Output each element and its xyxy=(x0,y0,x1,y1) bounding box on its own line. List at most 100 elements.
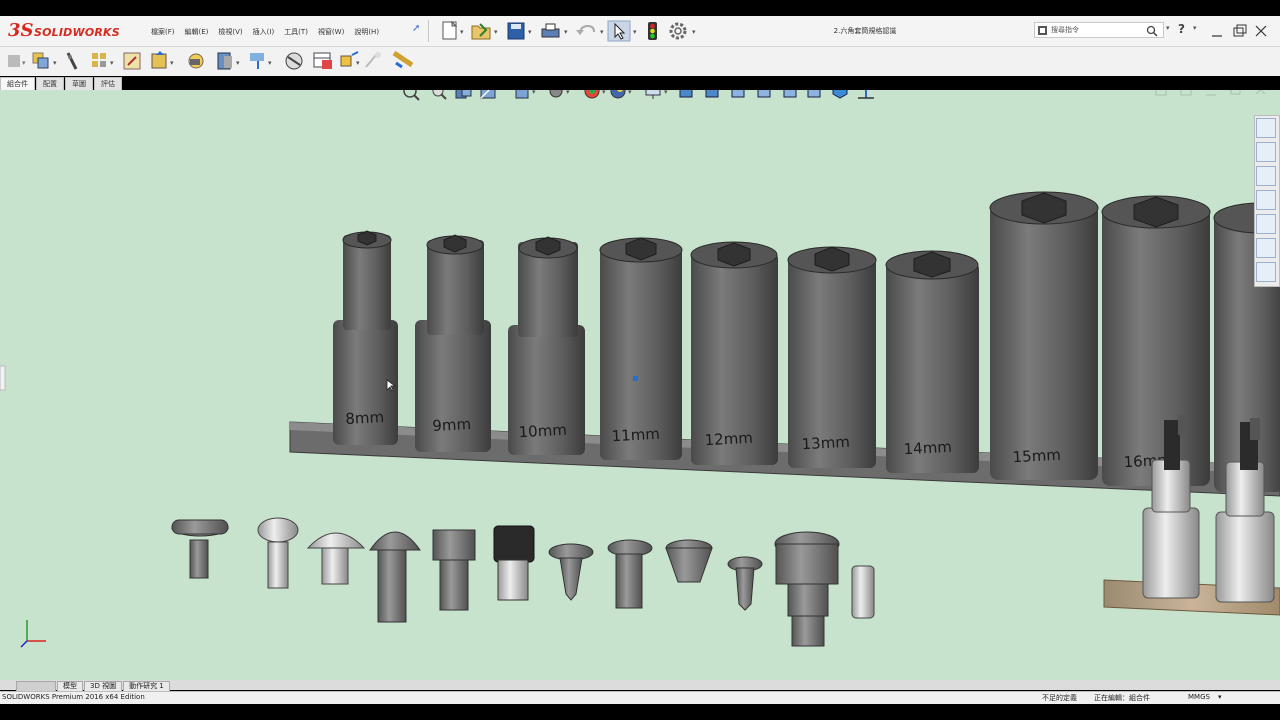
screw-countersunk-socket[interactable] xyxy=(665,539,713,583)
screw-truss-head-white[interactable] xyxy=(306,532,366,585)
zoom-to-fit-icon[interactable] xyxy=(403,90,420,101)
viewport-restore-icon[interactable] xyxy=(1230,90,1241,95)
options-gear-icon[interactable] xyxy=(669,22,687,40)
instant3d-icon[interactable] xyxy=(365,52,381,68)
update-speedpak-icon[interactable] xyxy=(392,50,414,69)
display-style-icon[interactable]: ▾ xyxy=(549,90,570,98)
socket-15mm[interactable]: 15mm xyxy=(989,191,1099,480)
open-folder-icon[interactable] xyxy=(471,23,491,40)
custom-properties-icon[interactable] xyxy=(1256,238,1276,258)
menu-tools[interactable]: 工具(T) xyxy=(279,25,313,39)
undo-icon[interactable] xyxy=(576,24,595,35)
socket-8mm[interactable]: 8mm xyxy=(333,230,398,445)
screw-round-head-white[interactable] xyxy=(257,517,299,589)
view-bottom-icon[interactable] xyxy=(807,90,821,98)
show-hidden-components-icon[interactable] xyxy=(188,53,204,69)
assembly-features-icon[interactable]: ▾ xyxy=(217,52,240,70)
rebuild-traffic-light-icon[interactable] xyxy=(648,22,657,40)
socket-9mm[interactable]: 9mm xyxy=(415,234,491,452)
normal-to-icon[interactable] xyxy=(858,90,874,99)
component-pattern-icon[interactable]: ▾ xyxy=(92,53,114,67)
close-icon[interactable] xyxy=(1255,25,1267,37)
menu-edit[interactable]: 編輯(E) xyxy=(180,25,214,39)
linear-pattern-icon[interactable] xyxy=(66,52,78,70)
new-document-icon[interactable] xyxy=(442,20,458,40)
tab-layout[interactable]: 配置 xyxy=(36,77,64,90)
previous-view-icon[interactable] xyxy=(455,90,472,99)
design-library-icon[interactable] xyxy=(1256,142,1276,162)
view-orientation-icon[interactable]: ▾ xyxy=(515,90,536,99)
smart-fasteners-icon[interactable] xyxy=(123,52,141,70)
socket-11mm[interactable]: 11mm xyxy=(599,237,683,460)
task-pane xyxy=(1254,115,1280,287)
bill-of-materials-icon[interactable] xyxy=(313,52,332,69)
screw-flat-head-phillips[interactable] xyxy=(607,539,653,609)
select-pointer-icon[interactable] xyxy=(607,20,631,42)
screw-small-tapping[interactable] xyxy=(727,556,763,611)
viewport-link-icon[interactable] xyxy=(1180,90,1192,96)
insert-components-icon[interactable]: ▾ xyxy=(8,55,26,67)
help-button[interactable]: ? xyxy=(1178,22,1185,36)
save-icon[interactable] xyxy=(507,22,525,40)
view-right-icon[interactable] xyxy=(757,90,771,98)
menu-window[interactable]: 視窗(W) xyxy=(313,25,349,39)
menu-help[interactable]: 說明(H) xyxy=(349,25,384,39)
quick-access-toolbar: ▾ ▾ ▾ ▾ ▾ ▾ ▾ xyxy=(442,20,696,42)
viewport-split-icon[interactable] xyxy=(1155,90,1167,96)
menu-file[interactable]: 檔案(F) xyxy=(146,25,180,39)
reference-geometry-icon[interactable]: ▾ xyxy=(250,53,272,69)
solidworks-resources-icon[interactable] xyxy=(1256,118,1276,138)
view-settings-icon[interactable]: ▾ xyxy=(645,90,668,99)
socket-10mm[interactable]: 10mm xyxy=(508,236,585,455)
section-view-icon[interactable] xyxy=(480,90,496,99)
view-left-icon[interactable] xyxy=(731,90,745,98)
status-editing[interactable]: 正在編輯：組合件 xyxy=(1094,693,1150,703)
socket-16mm[interactable]: 16mm xyxy=(1101,195,1211,486)
appearances-scenes-icon[interactable] xyxy=(1256,214,1276,234)
pin-icon[interactable]: ➚ xyxy=(412,23,420,34)
menu-insert[interactable]: 插入(I) xyxy=(248,25,280,39)
units-dropdown-icon[interactable]: ▾ xyxy=(1218,693,1222,701)
socket-12mm[interactable]: 12mm xyxy=(690,241,778,465)
tab-sketch[interactable]: 草圖 xyxy=(65,77,93,90)
ds-logo-mark: 3S xyxy=(8,20,34,41)
view-top-icon[interactable] xyxy=(783,90,797,98)
screw-washer-head-tapping[interactable] xyxy=(548,543,594,601)
menu-view[interactable]: 檢視(V) xyxy=(213,25,247,39)
file-explorer-icon[interactable] xyxy=(1256,166,1276,186)
search-commands-field[interactable]: 搜尋指令 xyxy=(1034,22,1164,38)
shoulder-bolt[interactable] xyxy=(774,531,840,647)
search-magnifier-icon[interactable] xyxy=(1146,25,1158,37)
feature-tree-expander[interactable] xyxy=(0,365,6,391)
isometric-view-icon[interactable] xyxy=(832,90,848,99)
view-front-icon[interactable] xyxy=(679,90,693,98)
print-icon[interactable] xyxy=(541,23,560,38)
restore-icon[interactable] xyxy=(1233,24,1247,37)
screw-socket-cap-knurled[interactable] xyxy=(493,525,535,601)
viewport-close-icon[interactable] xyxy=(1255,90,1266,95)
solidworks-forum-icon[interactable] xyxy=(1256,262,1276,282)
set-screw[interactable] xyxy=(851,565,875,619)
svg-text:▾: ▾ xyxy=(664,90,668,96)
solidworks-logo[interactable]: 3S SOLIDWORKS xyxy=(6,20,128,44)
mate-icon[interactable]: ▾ xyxy=(32,52,57,69)
screw-pan-head-phillips[interactable] xyxy=(171,519,229,579)
search-dropdown-icon[interactable]: ▾ xyxy=(1166,24,1170,32)
move-component-icon[interactable]: ▾ xyxy=(151,51,174,69)
edit-appearance-icon[interactable]: ▾ xyxy=(610,90,632,99)
exploded-view-icon[interactable]: ▾ xyxy=(340,51,360,67)
zoom-to-area-icon[interactable] xyxy=(432,90,447,100)
hide-show-items-icon[interactable]: ▾ xyxy=(584,90,606,99)
tab-evaluate[interactable]: 評估 xyxy=(94,77,122,90)
status-units[interactable]: MMGS xyxy=(1188,693,1210,701)
view-back-icon[interactable] xyxy=(705,90,719,98)
bolt-hex-head[interactable] xyxy=(432,529,476,611)
tab-assembly[interactable]: 組合件 xyxy=(0,77,35,90)
new-motion-study-icon[interactable] xyxy=(285,52,303,70)
graphics-area[interactable]: ▾ ▾ ▾ ▾ ▾ 8mm 9mm 10mm 11mm 12mm 13mm 14… xyxy=(0,90,1280,680)
socket-14mm[interactable]: 14mm xyxy=(885,250,979,473)
socket-13mm[interactable]: 13mm xyxy=(787,246,877,468)
help-dropdown-icon[interactable]: ▾ xyxy=(1193,24,1197,32)
view-palette-icon[interactable] xyxy=(1256,190,1276,210)
screw-button-head-socket[interactable] xyxy=(369,531,421,623)
